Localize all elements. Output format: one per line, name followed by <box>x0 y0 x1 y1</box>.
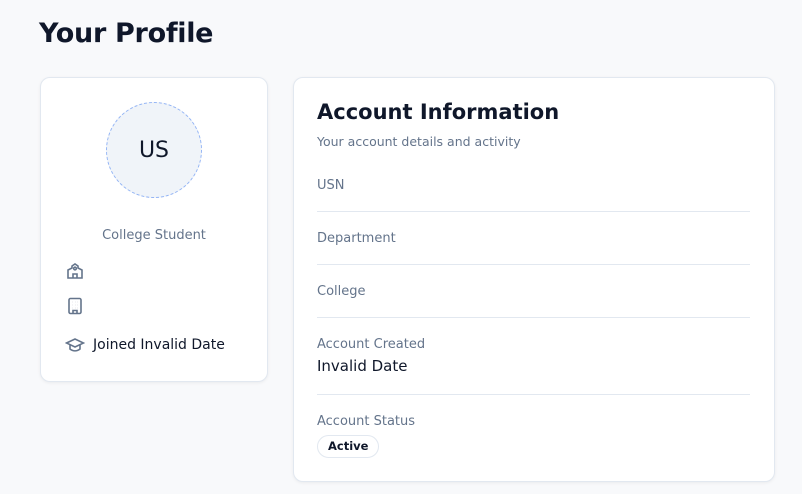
account-created-label: Account Created <box>317 337 426 352</box>
account-info-subtitle: Your account details and activity <box>317 134 521 149</box>
account-status-label: Account Status <box>317 414 416 429</box>
joined-date: Joined Invalid Date <box>93 337 225 353</box>
divider <box>317 317 750 318</box>
account-info-title: Account Information <box>317 100 560 124</box>
graduation-cap-icon <box>65 338 85 352</box>
divider <box>317 394 750 395</box>
status-badge: Active <box>317 435 380 458</box>
profile-role: College Student <box>102 228 206 243</box>
department-row <box>65 296 85 316</box>
divider <box>317 211 750 212</box>
divider <box>317 264 750 265</box>
college-label: College <box>317 284 366 299</box>
account-created-value: Invalid Date <box>317 357 408 375</box>
joined-row: Joined Invalid Date <box>65 335 225 355</box>
school-icon <box>67 263 83 279</box>
profile-card: US College Student Joined Invalid Date <box>40 77 268 382</box>
usn-label: USN <box>317 178 345 193</box>
department-label: Department <box>317 231 396 246</box>
avatar: US <box>106 102 202 198</box>
college-row <box>65 261 85 281</box>
page-title: Your Profile <box>39 18 214 49</box>
building-icon <box>68 297 82 315</box>
account-info-card: Account Information Your account details… <box>293 77 775 482</box>
